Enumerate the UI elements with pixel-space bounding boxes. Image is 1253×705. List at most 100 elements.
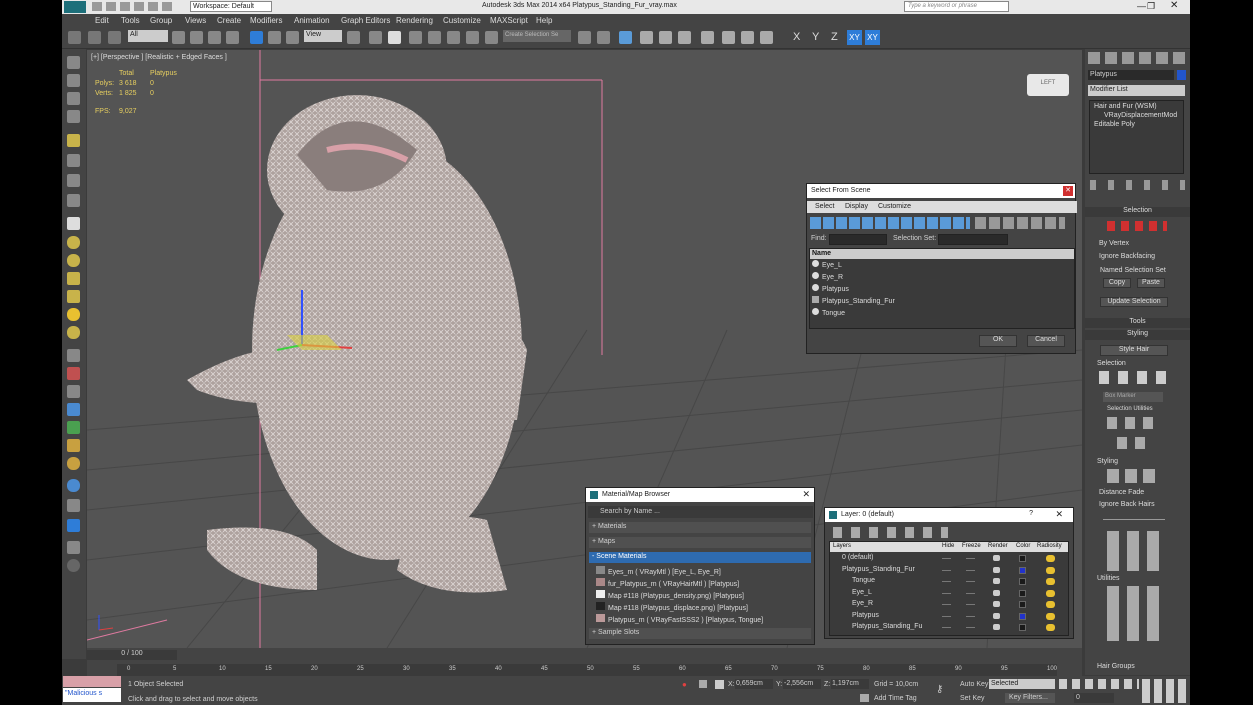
curve-editor-icon[interactable] (659, 31, 672, 44)
tools-rollout[interactable]: Tools (1085, 318, 1190, 328)
box-primitive-icon[interactable] (67, 217, 80, 230)
utility-icons[interactable] (1107, 417, 1157, 429)
stack-vray-displacement[interactable]: VRayDisplacementMod (1104, 112, 1177, 119)
help-button[interactable]: ? (1029, 510, 1033, 517)
map-item-density[interactable]: Map #118 (Platypus_density.png) [Platypu… (596, 590, 744, 600)
select-manipulate-icon[interactable] (369, 31, 382, 44)
reference-coord-dropdown[interactable]: View (304, 30, 342, 42)
col-layers[interactable]: Layers (833, 543, 851, 549)
list-item-platypus-fur[interactable]: Platypus_Standing_Fur (812, 296, 895, 305)
name-column-header[interactable]: Name (810, 249, 1074, 259)
keyboard-shortcut-icon[interactable] (388, 31, 401, 44)
styling-rollout[interactable]: Styling (1085, 330, 1190, 340)
close-icon[interactable]: ✕ (1055, 509, 1063, 520)
layer-tool-icons[interactable] (833, 527, 948, 538)
select-rotate-icon[interactable] (268, 31, 281, 44)
viewport-nav-controls[interactable] (1142, 679, 1187, 703)
freeze-toggle[interactable] (966, 604, 975, 605)
map-item-displace[interactable]: Map #118 (Platypus_displace.png) [Platyp… (596, 602, 748, 612)
utility-tool-icons[interactable] (1107, 586, 1167, 641)
set-key-button[interactable]: Set Key (960, 695, 985, 702)
absolute-mode-icon[interactable] (715, 680, 724, 689)
selection-set-dropdown[interactable] (938, 234, 1008, 245)
radiosity-icon[interactable] (1046, 555, 1055, 562)
radiosity-icon[interactable] (1046, 566, 1055, 574)
tool-icon-3[interactable] (67, 92, 80, 105)
tool-icon-22[interactable] (67, 457, 80, 470)
mirror-icon[interactable] (578, 31, 591, 44)
hide-toggle[interactable] (942, 604, 951, 605)
select-by-name-icon[interactable] (190, 31, 203, 44)
schematic-view-icon[interactable] (678, 31, 691, 44)
cancel-button[interactable]: Cancel (1027, 335, 1065, 347)
menu-create[interactable]: Create (217, 16, 241, 25)
menu-maxscript[interactable]: MAXScript (490, 16, 528, 25)
rect-selection-icon[interactable] (208, 31, 221, 44)
light-icon[interactable] (67, 134, 80, 147)
col-hide[interactable]: Hide (942, 543, 954, 549)
menu-views[interactable]: Views (185, 16, 206, 25)
tool-icon-7[interactable] (67, 174, 80, 187)
layer-row[interactable]: Eye_R (830, 599, 1068, 610)
tool-icon-6[interactable] (67, 154, 80, 167)
by-vertex-checkbox[interactable]: By Vertex (1099, 240, 1129, 247)
material-item-eyes[interactable]: Eyes_m ( VRayMtl ) [Eye_L, Eye_R] (596, 566, 721, 576)
hide-toggle[interactable] (942, 569, 951, 571)
hide-toggle[interactable] (942, 615, 951, 617)
help-search-input[interactable]: Type a keyword or phrase (904, 1, 1009, 12)
layer-color-swatch[interactable] (1019, 578, 1026, 585)
tool-icon-19[interactable] (67, 403, 80, 416)
layer-row[interactable]: Platypus (830, 611, 1068, 622)
percent-snap-icon[interactable] (447, 31, 460, 44)
hide-toggle[interactable] (942, 558, 951, 559)
lock-icon[interactable] (699, 680, 707, 688)
tool-icon-8[interactable] (67, 194, 80, 207)
copy-button[interactable]: Copy (1103, 278, 1131, 288)
render-teapot-icon[interactable] (993, 601, 1000, 607)
list-item-platypus[interactable]: Platypus (812, 284, 849, 293)
bind-space-warp-icon[interactable] (108, 31, 121, 44)
styling-brush-icons[interactable] (1107, 469, 1157, 483)
freeze-toggle[interactable] (966, 627, 975, 628)
group-materials[interactable]: + Materials (589, 522, 811, 533)
playback-controls[interactable] (1059, 679, 1139, 689)
display-icons[interactable] (975, 217, 1065, 229)
menu-help[interactable]: Help (536, 16, 552, 25)
layer-color-swatch[interactable] (1019, 601, 1026, 608)
tool-icon-2[interactable] (67, 74, 80, 87)
help-icon[interactable] (67, 559, 80, 572)
styling-tool-icons[interactable] (1107, 531, 1167, 571)
modifier-list-dropdown[interactable]: Modifier List (1088, 85, 1185, 96)
render-teapot-icon[interactable] (993, 612, 1000, 619)
tool-icon-21[interactable] (67, 439, 80, 452)
ignore-back-hairs-checkbox[interactable]: Ignore Back Hairs (1099, 501, 1155, 508)
tool-icon-18[interactable] (67, 385, 80, 398)
sub-object-icons[interactable] (1107, 221, 1167, 231)
pin-icon[interactable]: ● (682, 680, 687, 689)
layer-color-swatch[interactable] (1019, 624, 1026, 631)
layer-manager-icon[interactable] (619, 31, 632, 44)
render-teapot-icon[interactable] (993, 624, 1000, 630)
maximize-icon[interactable]: ❐ (1147, 1, 1155, 12)
edit-named-selection-icon[interactable] (485, 31, 498, 44)
render-production-icon[interactable] (760, 31, 773, 44)
freeze-toggle[interactable] (966, 569, 975, 571)
hide-toggle[interactable] (942, 581, 951, 582)
minimize-icon[interactable]: — (1137, 1, 1146, 11)
sun-icon[interactable] (67, 308, 80, 321)
panel-tabs[interactable] (1088, 52, 1186, 64)
key-icon[interactable]: ⚷ (936, 684, 943, 695)
radiosity-icon[interactable] (1046, 601, 1055, 608)
radiosity-icon[interactable] (1046, 612, 1055, 620)
layer-color-swatch[interactable] (1019, 566, 1026, 574)
ok-button[interactable]: OK (979, 335, 1017, 347)
list-item-tongue[interactable]: Tongue (812, 308, 845, 317)
group-maps[interactable]: + Maps (589, 537, 811, 548)
maxscript-listener[interactable]: "Malicious s (63, 688, 121, 702)
select-move-icon[interactable] (250, 31, 263, 44)
layer-row[interactable]: Tongue (830, 576, 1068, 587)
menu-modifiers[interactable]: Modifiers (250, 16, 282, 25)
radiosity-icon[interactable] (1046, 589, 1055, 597)
hide-toggle[interactable] (942, 627, 951, 628)
menu-graph-editors[interactable]: Graph Editors (341, 16, 390, 25)
